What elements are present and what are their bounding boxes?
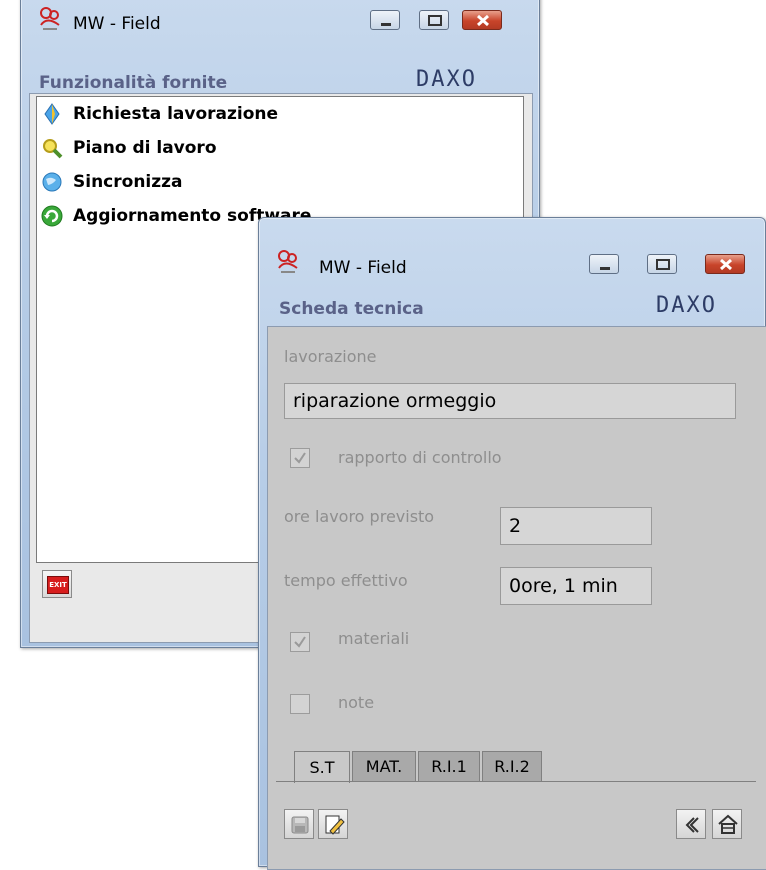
lavorazione-label: lavorazione (284, 347, 377, 366)
close-icon (719, 258, 733, 271)
globe-icon (42, 172, 62, 192)
title-bar[interactable]: MW - Field (259, 218, 765, 278)
rapporto-label: rapporto di controllo (338, 448, 502, 467)
tab-ri2[interactable]: R.I.2 (482, 751, 542, 781)
home-button[interactable] (712, 809, 742, 839)
close-button[interactable] (705, 254, 745, 274)
lavorazione-field[interactable]: riparazione ormeggio (284, 383, 736, 419)
exit-icon: EXIT (47, 576, 69, 594)
window-title: MW - Field (73, 14, 161, 34)
section-header: Funzionalità fornite (39, 73, 228, 93)
materiali-label: materiali (338, 629, 410, 648)
edit-button[interactable] (318, 809, 348, 839)
detail-window: MW - Field Scheda tecnica DAXO lavorazio… (258, 217, 766, 870)
client-area: lavorazione riparazione ormeggio rapport… (267, 326, 766, 870)
maximize-button[interactable] (419, 10, 449, 30)
exit-button[interactable]: EXIT (42, 570, 72, 598)
tempo-label: tempo effettivo (284, 571, 408, 590)
tempo-field[interactable]: 0ore, 1 min (500, 567, 652, 605)
materiali-checkbox[interactable] (290, 632, 310, 652)
tab-mat[interactable]: MAT. (352, 751, 416, 781)
diamond-icon (44, 103, 60, 125)
minimize-icon (381, 23, 391, 26)
minimize-icon (600, 267, 610, 270)
title-bar[interactable]: MW - Field (21, 0, 539, 34)
section-header: Scheda tecnica (279, 299, 424, 319)
list-item-sincronizza[interactable]: Sincronizza (41, 169, 183, 195)
magnifier-icon (43, 139, 63, 159)
maximize-icon (656, 259, 670, 270)
maximize-icon (428, 15, 442, 26)
checkmark-icon (294, 452, 306, 464)
minimize-button[interactable] (370, 10, 400, 30)
close-icon (476, 14, 490, 27)
edit-note-icon (325, 815, 345, 835)
double-chevron-left-icon (685, 817, 699, 833)
ore-label: ore lavoro previsto (284, 507, 435, 526)
checkmark-icon (294, 636, 306, 648)
window-title: MW - Field (319, 258, 407, 278)
update-icon (41, 205, 63, 227)
list-item-piano-di-lavoro[interactable]: Piano di lavoro (41, 135, 217, 161)
minimize-button[interactable] (589, 254, 619, 274)
brand-logo: DAXO (416, 67, 477, 92)
tab-st[interactable]: S.T (294, 751, 350, 783)
close-button[interactable] (462, 10, 502, 30)
ore-field[interactable]: 2 (500, 507, 652, 545)
app-logo-icon (278, 250, 298, 273)
brand-logo: DAXO (656, 293, 717, 318)
save-button[interactable] (284, 809, 314, 839)
back-button[interactable] (676, 809, 706, 839)
tab-ri1[interactable]: R.I.1 (418, 751, 480, 781)
floppy-disk-icon (291, 816, 309, 834)
app-logo-icon (40, 7, 60, 30)
rapporto-checkbox[interactable] (290, 448, 310, 468)
list-item-richiesta-lavorazione[interactable]: Richiesta lavorazione (41, 101, 278, 127)
note-label: note (338, 693, 375, 712)
home-icon (718, 814, 738, 834)
note-checkbox[interactable] (290, 694, 310, 714)
maximize-button[interactable] (647, 254, 677, 274)
tab-divider (276, 781, 756, 782)
